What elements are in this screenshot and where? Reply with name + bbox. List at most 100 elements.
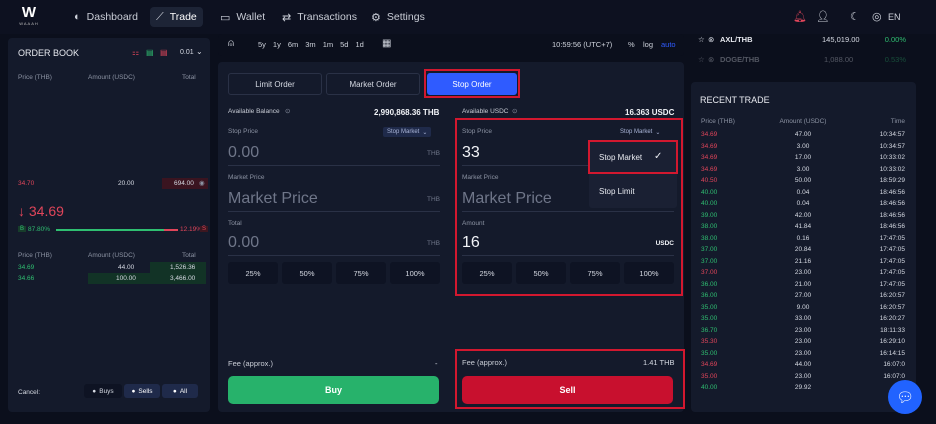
buy-pct-75[interactable]: 75% [336,262,386,284]
buy-button[interactable]: Buy [228,376,439,404]
bid-price[interactable]: 34.69 [18,264,34,271]
buy-total-input[interactable]: 0.00 THB [228,230,440,256]
view-sells-icon[interactable]: ▤ [160,48,168,57]
buy-market-price-input[interactable]: Market Price THB [228,184,440,212]
chat-button[interactable]: 💬︎ [888,380,922,414]
nav-dashboard[interactable]: ◐ Dashboard [74,7,138,27]
chart-type-icon[interactable]: ⍝ [228,38,234,49]
trade-row: 37.00 20.84 17:47:05 [701,246,905,257]
watchlist-row[interactable]: ☆ ⊗ AXL/THB 145,019.00 0.00% [698,35,912,47]
globe-icon[interactable]: ◎ [872,10,882,23]
trade-row: 34.69 3.00 10:33:02 [701,166,905,177]
sell-pct-25[interactable]: 25% [462,262,512,284]
sell-pct-50[interactable]: 50% [516,262,566,284]
language-label[interactable]: EN [888,12,901,22]
dropdown-option-stop-limit[interactable]: Stop Limit [599,187,635,196]
star-icon[interactable]: ☆ [698,35,705,44]
trade-amount: 21.16 [794,257,812,265]
trade-amount: 29.92 [794,384,812,391]
trade-price: 35.00 [701,315,718,322]
cancel-label: Cancel: [18,389,41,396]
nav-wallet[interactable]: ▭ Wallet [220,7,265,27]
calendar-icon[interactable]: ▦ [382,38,391,49]
chevron-down-icon[interactable]: ⌄ [196,47,203,56]
trade-time: 16:07:0 [883,361,905,368]
star-icon[interactable]: ☆ [698,55,705,64]
bell-icon[interactable]: 🔔︎ [793,10,807,23]
trade-amount: 47.00 [794,131,812,138]
trade-time: 17:47:05 [879,280,905,288]
range-3m[interactable]: 3m [305,40,315,49]
info-icon[interactable]: ◉ [199,179,205,187]
pair-change: 0.00% [884,35,906,44]
trade-amount: 23.00 [794,269,812,276]
trade-price: 40.00 [701,384,718,391]
input-unit: THB [427,150,440,157]
tab-market-order[interactable]: Market Order [326,73,420,95]
sell-market-label: Market Price [462,174,499,181]
range-5d[interactable]: 5d [340,40,348,49]
sell-amount-input[interactable]: 16 USDC [462,230,674,256]
bid-header-price: Price (THB) [18,252,52,259]
trade-amount: 9.00 [796,303,810,311]
nav-trade[interactable]: ⟋ Trade [150,7,203,27]
top-navbar: W WAAAH ◐ Dashboard ⟋ Trade ▭ Wallet ⇄ T… [0,0,936,34]
view-buys-icon[interactable]: ▤ [146,48,154,57]
trade-row: 34.69 3.00 10:34:57 [701,143,905,154]
range-1y[interactable]: 1y [273,40,281,49]
trade-time: 16:20:57 [879,292,905,299]
sell-pct-75[interactable]: 75% [570,262,620,284]
dropdown-option-stop-market[interactable]: Stop Market [599,153,642,162]
nav-transactions[interactable]: ⇄ Transactions [282,7,357,27]
nav-settings[interactable]: ⚙ Settings [371,7,425,27]
trade-row: 35.00 33.00 16:20:27 [701,315,905,326]
trade-amount: 42.00 [794,211,812,219]
trade-row: 37.00 23.00 17:47:05 [701,269,905,280]
buy-pct-100[interactable]: 100% [390,262,440,284]
trade-price: 36.70 [701,326,718,334]
sell-amount-label: Amount [462,220,485,227]
view-both-icon[interactable]: ⚏ [132,48,139,57]
info-icon[interactable]: ⊙ [512,107,517,115]
ask-price[interactable]: 34.70 [18,180,34,187]
bid-header-total: Total [182,252,196,259]
trade-time: 18:46:56 [879,188,905,196]
trade-amount: 44.00 [794,361,812,368]
brand-logo[interactable]: W WAAAH [16,5,42,31]
trade-row: 35.00 23.00 16:07:0 [701,373,905,384]
range-1m[interactable]: 1m [323,40,333,49]
trade-amount: 23.00 [794,349,812,357]
percent-toggle[interactable]: % [628,40,635,49]
range-1d[interactable]: 1d [355,40,363,49]
cancel-buys-button[interactable]: ● Buys [84,384,122,398]
buy-fee-value: - [435,359,438,368]
watchlist-row[interactable]: ☆ ⊗ DOGE/THB 1,088.00 0.53% [698,55,912,67]
user-icon[interactable]: 👤︎ [816,10,830,23]
buy-stop-price-input[interactable]: 0.00 THB [228,140,440,166]
buy-balance-value: 2,990,868.36 THB [374,108,440,117]
buy-sell-ratio-bar: B 87.80% 12.19% S [18,226,209,234]
sell-pct-100[interactable]: 100% [624,262,674,284]
trade-amount: 3.00 [796,142,810,150]
tab-limit-order[interactable]: Limit Order [228,73,322,95]
bid-price[interactable]: 34.66 [18,275,34,282]
sell-stop-type-select[interactable]: Stop Market ⌄ [616,127,664,137]
info-icon[interactable]: ⊙ [285,107,290,115]
trade-time: 10:33:02 [879,165,905,173]
auto-toggle[interactable]: auto [661,40,676,49]
log-toggle[interactable]: log [643,40,653,49]
trade-time: 18:59:29 [879,177,905,184]
precision-select[interactable]: 0.01 [180,49,194,56]
trade-amount: 17.00 [794,154,812,161]
cancel-all-button[interactable]: ● All [162,384,198,398]
buy-pct-25[interactable]: 25% [228,262,278,284]
buy-stop-type-select[interactable]: Stop Market ⌄ [383,127,432,137]
range-6m[interactable]: 6m [288,40,298,49]
buy-pct-50[interactable]: 50% [282,262,332,284]
cancel-sells-button[interactable]: ● Sells [124,384,160,398]
sell-button[interactable]: Sell [462,376,673,404]
moon-icon[interactable]: ☾ [850,10,860,23]
trade-price: 37.00 [701,246,718,253]
trade-price: 38.00 [701,234,718,242]
range-5y[interactable]: 5y [258,40,266,49]
